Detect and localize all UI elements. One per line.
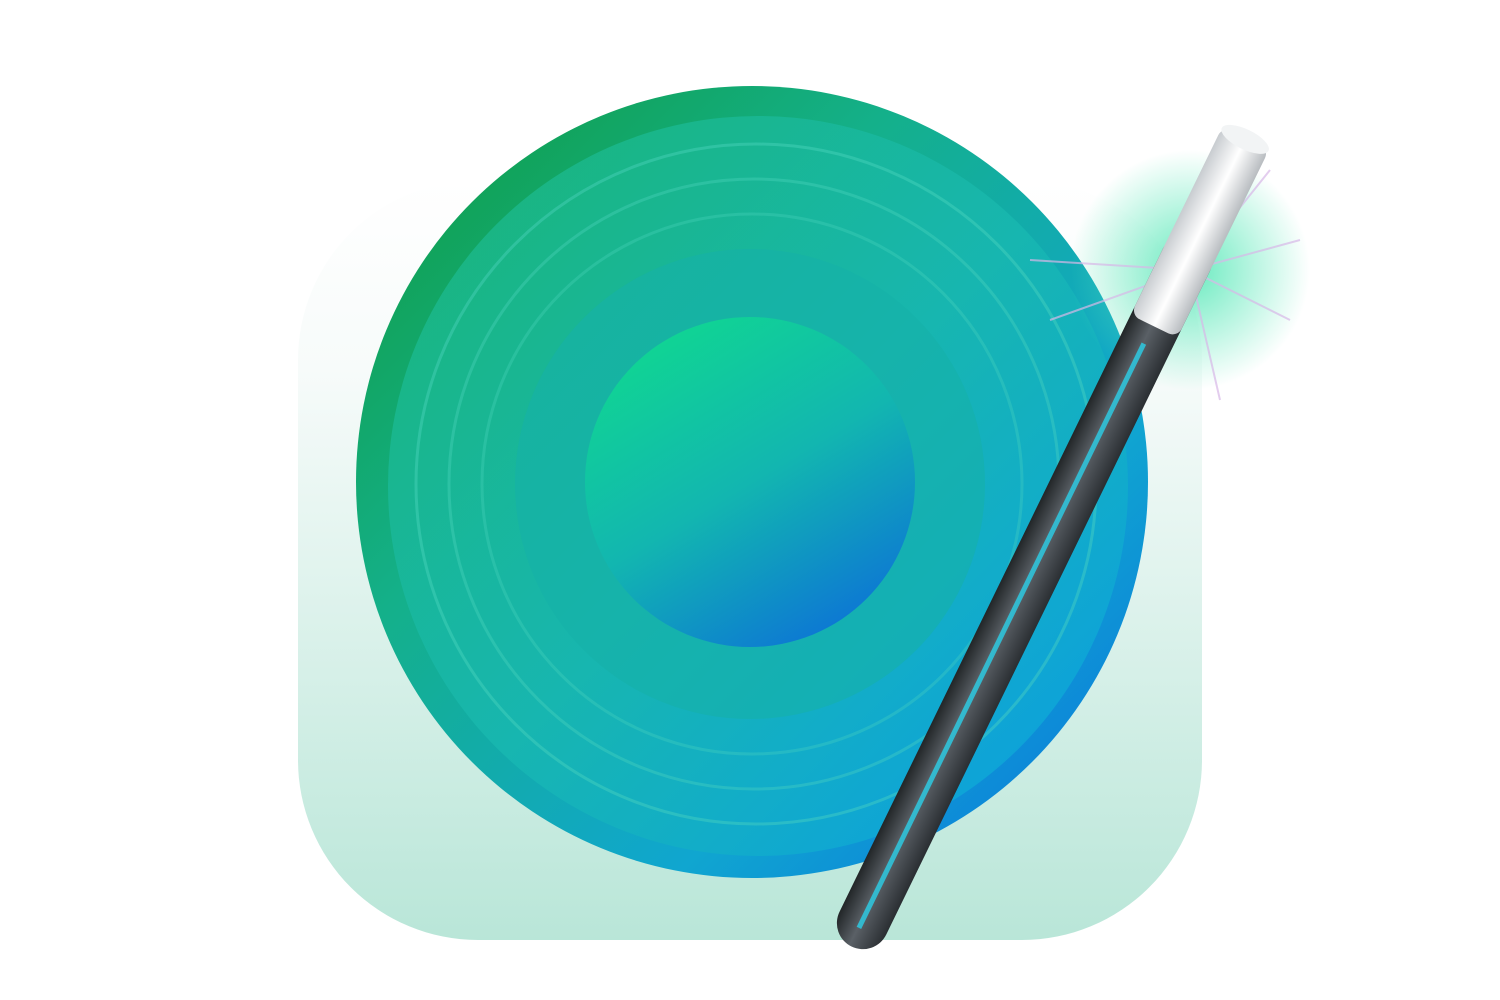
speaker (356, 86, 1148, 878)
app-icon (298, 86, 1310, 950)
speaker-cone (585, 317, 915, 647)
